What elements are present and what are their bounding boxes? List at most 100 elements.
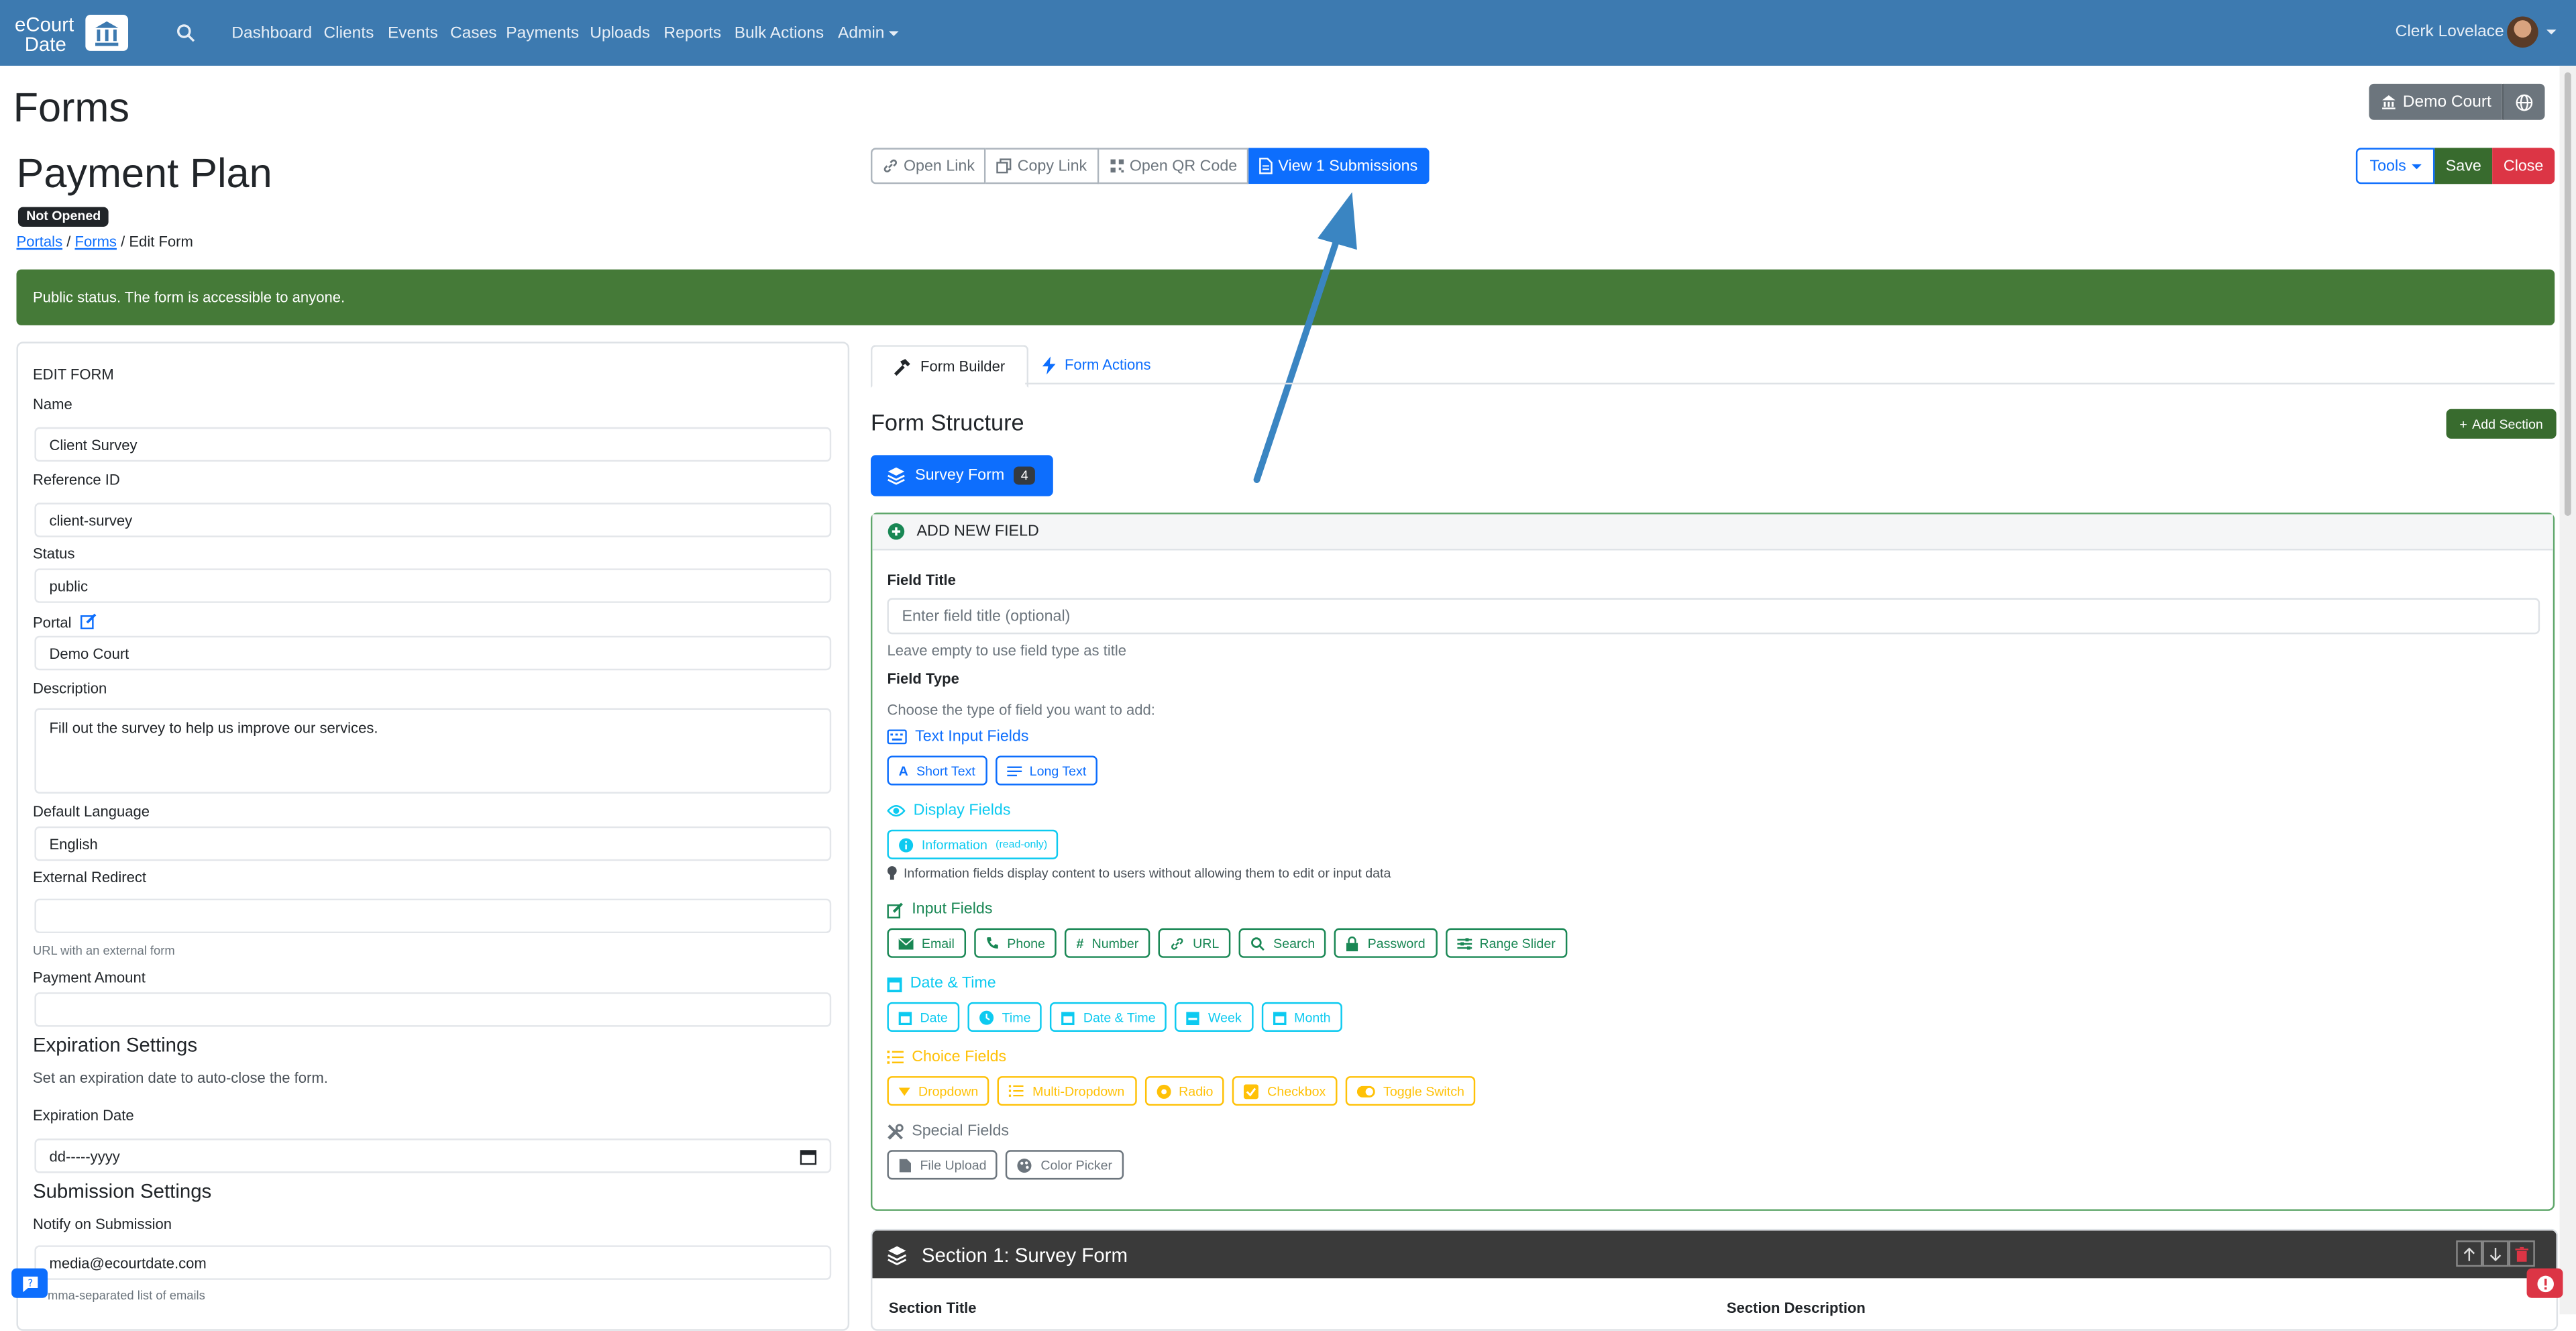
- delete-section-button[interactable]: [2508, 1240, 2535, 1267]
- breadcrumb-portals[interactable]: Portals: [16, 233, 62, 250]
- edit-icon[interactable]: [80, 613, 97, 629]
- default-language-select[interactable]: English: [34, 826, 832, 861]
- nav-reports[interactable]: Reports: [663, 25, 721, 44]
- tab-form-actions[interactable]: Form Actions: [1042, 345, 1151, 384]
- phone-button[interactable]: Phone: [974, 928, 1057, 958]
- view-submissions-button[interactable]: View 1 Submissions: [1248, 148, 1430, 184]
- reference-id-field[interactable]: client-survey: [34, 502, 832, 537]
- name-field[interactable]: Client Survey: [34, 427, 832, 462]
- nav-clients[interactable]: Clients: [323, 25, 374, 44]
- plus-icon: +: [2459, 416, 2467, 431]
- nav-cases[interactable]: Cases: [450, 25, 496, 44]
- tab-form-builder[interactable]: Form Builder: [870, 345, 1029, 388]
- close-button[interactable]: Close: [2492, 148, 2555, 184]
- nav-dashboard[interactable]: Dashboard: [231, 25, 312, 44]
- display-fields-heading: Display Fields: [887, 802, 1010, 820]
- breadcrumb-forms[interactable]: Forms: [75, 233, 117, 250]
- nav-payments[interactable]: Payments: [506, 25, 579, 44]
- keyboard-icon: [887, 729, 907, 745]
- external-redirect-field[interactable]: [34, 898, 832, 934]
- calendar-icon[interactable]: [800, 1149, 817, 1165]
- checkbox-label: Checkbox: [1267, 1083, 1326, 1099]
- search-icon[interactable]: [176, 23, 195, 42]
- number-button[interactable]: # Number: [1065, 928, 1150, 958]
- week-button[interactable]: Week: [1175, 1002, 1253, 1032]
- page-title: Forms: [13, 85, 130, 131]
- radio-button[interactable]: Radio: [1144, 1076, 1225, 1106]
- status-select[interactable]: public: [34, 568, 832, 603]
- month-button[interactable]: Month: [1261, 1002, 1342, 1032]
- nav-bulk-actions[interactable]: Bulk Actions: [735, 25, 824, 44]
- field-title-input[interactable]: Enter field title (optional): [887, 598, 2540, 635]
- default-language-label: Default Language: [32, 803, 150, 820]
- checkbox-button[interactable]: Checkbox: [1232, 1076, 1338, 1106]
- top-navbar: eCourt Date Dashboard Clients Events Cas…: [0, 0, 2576, 66]
- scrollbar-thumb[interactable]: [2564, 72, 2571, 516]
- copy-link-button[interactable]: Copy Link: [986, 148, 1099, 184]
- brand-logo[interactable]: eCourt Date: [15, 11, 129, 54]
- color-picker-button[interactable]: Color Picker: [1006, 1150, 1124, 1180]
- expiration-date-field[interactable]: dd-----yyyy: [34, 1138, 832, 1173]
- tools-dropdown-button[interactable]: Tools: [2355, 148, 2435, 184]
- court-button[interactable]: Demo Court: [2369, 83, 2502, 120]
- notify-email-field[interactable]: media@ecourtdate.com: [34, 1245, 832, 1280]
- move-down-button[interactable]: [2482, 1240, 2509, 1267]
- file-upload-label: File Upload: [920, 1157, 987, 1173]
- plus-circle-icon: [888, 523, 905, 540]
- layers-icon: [888, 1245, 907, 1265]
- range-slider-button[interactable]: Range Slider: [1445, 928, 1567, 958]
- display-help-text: Information fields display content to us…: [903, 865, 1391, 881]
- search-field-button[interactable]: Search: [1238, 928, 1327, 958]
- choice-fields-label: Choice Fields: [912, 1048, 1007, 1067]
- multi-dropdown-button[interactable]: Multi-Dropdown: [998, 1076, 1136, 1106]
- reference-id-label: Reference ID: [32, 471, 120, 488]
- move-up-button[interactable]: [2456, 1240, 2483, 1267]
- error-report-button[interactable]: [2526, 1268, 2563, 1298]
- avatar[interactable]: [2507, 16, 2538, 48]
- file-upload-button[interactable]: File Upload: [887, 1150, 998, 1180]
- date-button[interactable]: Date: [887, 1002, 959, 1032]
- email-button[interactable]: Email: [887, 928, 967, 958]
- section-header: Section 1: Survey Form: [872, 1230, 2557, 1279]
- qr-code-icon: [1110, 159, 1124, 173]
- password-button[interactable]: Password: [1334, 928, 1437, 958]
- info-icon: [899, 837, 914, 852]
- time-button[interactable]: Time: [967, 1002, 1042, 1032]
- nav-events[interactable]: Events: [388, 25, 438, 44]
- toggle-switch-button[interactable]: Toggle Switch: [1345, 1076, 1477, 1106]
- payment-amount-label: Payment Amount: [32, 969, 146, 986]
- add-section-button[interactable]: + Add Section: [2446, 409, 2557, 439]
- sliders-icon: [1456, 937, 1472, 949]
- date-and-time-button[interactable]: Date & Time: [1050, 1002, 1167, 1032]
- url-button[interactable]: URL: [1158, 928, 1231, 958]
- email-label: Email: [921, 935, 955, 951]
- dropdown-button[interactable]: Dropdown: [887, 1076, 990, 1106]
- add-new-field-header[interactable]: ADD NEW FIELD: [872, 514, 2553, 551]
- search-icon: [1251, 937, 1265, 950]
- open-link-button[interactable]: Open Link: [870, 148, 987, 184]
- lightbulb-icon: [887, 866, 897, 880]
- section-title: Section 1: Survey Form: [921, 1242, 1128, 1266]
- open-qr-button[interactable]: Open QR Code: [1098, 148, 1249, 184]
- user-name[interactable]: Clerk Lovelace: [2396, 23, 2504, 41]
- status-badge: Not Opened: [17, 207, 109, 227]
- portal-select[interactable]: Demo Court: [34, 635, 832, 671]
- payment-amount-field[interactable]: [34, 992, 832, 1027]
- number-label: Number: [1091, 935, 1139, 951]
- help-button[interactable]: ?: [11, 1268, 48, 1298]
- survey-form-section-button[interactable]: Survey Form 4: [870, 455, 1053, 496]
- nav-admin[interactable]: Admin: [838, 25, 900, 44]
- envelope-icon: [898, 937, 914, 949]
- description-textarea[interactable]: Fill out the survey to help us improve o…: [34, 708, 832, 794]
- document-icon: [1259, 158, 1273, 174]
- save-button[interactable]: Save: [2434, 148, 2493, 184]
- short-text-button[interactable]: A Short Text: [887, 755, 987, 786]
- user-menu-chevron-icon[interactable]: [2546, 30, 2557, 35]
- input-fields-label: Input Fields: [912, 900, 993, 918]
- globe-button[interactable]: [2502, 83, 2545, 120]
- information-button[interactable]: Information (read-only): [887, 829, 1059, 859]
- nav-uploads[interactable]: Uploads: [590, 25, 650, 44]
- read-only-label: (read-only): [996, 839, 1048, 851]
- tab-form-actions-label: Form Actions: [1064, 356, 1151, 373]
- long-text-button[interactable]: Long Text: [995, 755, 1098, 786]
